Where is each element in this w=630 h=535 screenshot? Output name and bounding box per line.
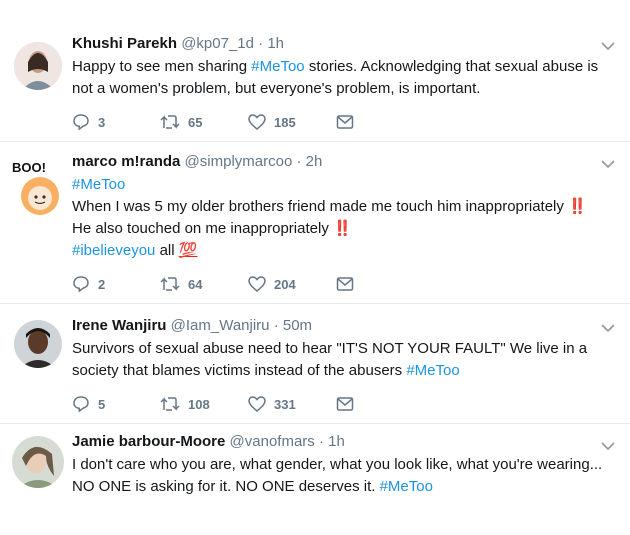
dm-icon: [336, 277, 354, 291]
tweet-actions: 2 64 204: [72, 274, 424, 294]
hundred-points-emoji: 💯: [178, 242, 198, 259]
tweet-text-line: When I was 5 my older brothers friend ma…: [72, 198, 564, 215]
timestamp[interactable]: 2h: [306, 153, 323, 170]
like-icon: [248, 114, 266, 130]
retweet-icon: [160, 115, 180, 129]
avatar[interactable]: [14, 320, 62, 368]
like-count: 185: [274, 114, 296, 130]
separator-dot: ·: [318, 433, 324, 450]
author-handle[interactable]: @Iam_Wanjiru: [171, 317, 270, 334]
author-handle[interactable]: @vanofmars: [230, 433, 315, 450]
retweet-icon: [160, 277, 180, 291]
timestamp[interactable]: 1h: [267, 35, 284, 52]
hashtag-link[interactable]: #ibelieveyou: [72, 242, 155, 259]
tweet-text: #MeToo When I was 5 my older brothers fr…: [72, 174, 610, 262]
tweet-actions: 5 108 331: [72, 394, 424, 414]
chevron-down-icon[interactable]: [600, 440, 616, 452]
tweet[interactable]: BOO! marco m!randa @simplymarcoo · 2h #M…: [0, 142, 630, 302]
chevron-down-icon[interactable]: [600, 158, 616, 170]
dm-icon: [336, 115, 354, 129]
avatar[interactable]: [12, 436, 64, 488]
tweet[interactable]: Jamie barbour-Moore @vanofmars · 1h I do…: [0, 424, 630, 535]
reply-icon: [73, 276, 89, 293]
hashtag-link[interactable]: #MeToo: [406, 362, 459, 379]
tweet-text: Happy to see men sharing #MeToo stories.…: [72, 56, 620, 100]
dm-button[interactable]: [336, 276, 424, 292]
retweet-icon: [160, 397, 180, 411]
author-handle[interactable]: @kp07_1d: [181, 35, 254, 52]
author-name[interactable]: marco m!randa: [72, 153, 180, 170]
author-handle[interactable]: @simplymarcoo: [185, 153, 293, 170]
reply-count: 3: [98, 114, 106, 130]
retweet-count: 64: [188, 276, 203, 292]
timestamp[interactable]: 1h: [328, 433, 345, 450]
tweet-text-part: Survivors of sexual abuse need to hear "…: [72, 340, 588, 379]
reply-button[interactable]: 2: [72, 275, 160, 293]
avatar-badge-text: BOO!: [12, 160, 46, 175]
double-exclamation-emoji: ‼️: [333, 220, 352, 237]
tweet-header: Khushi Parekh @kp07_1d · 1h: [72, 34, 610, 54]
like-count: 204: [274, 276, 296, 292]
separator-dot: ·: [273, 317, 279, 334]
dm-button[interactable]: [336, 114, 424, 130]
tweet-header: marco m!randa @simplymarcoo · 2h: [72, 152, 610, 172]
tweet-header: Jamie barbour-Moore @vanofmars · 1h: [72, 432, 610, 452]
like-button[interactable]: 185: [248, 113, 336, 131]
like-count: 331: [274, 396, 296, 412]
dm-icon: [336, 397, 354, 411]
hashtag-link[interactable]: #MeToo: [251, 58, 304, 75]
author-name[interactable]: Irene Wanjiru: [72, 317, 166, 334]
like-icon: [248, 396, 266, 412]
retweet-button[interactable]: 64: [160, 275, 248, 293]
double-exclamation-emoji: ‼️: [568, 198, 587, 215]
dm-button[interactable]: [336, 396, 424, 412]
tweet-header: Irene Wanjiru @Iam_Wanjiru · 50m: [72, 316, 610, 336]
hashtag-link[interactable]: #MeToo: [380, 478, 433, 495]
tweet[interactable]: Khushi Parekh @kp07_1d · 1h Happy to see…: [0, 0, 630, 140]
reply-icon: [73, 396, 89, 413]
retweet-count: 108: [188, 396, 210, 412]
reply-icon: [73, 114, 89, 131]
hashtag-link[interactable]: #MeToo: [72, 176, 125, 193]
avatar[interactable]: BOO!: [12, 160, 64, 216]
separator-dot: ·: [296, 153, 302, 170]
like-button[interactable]: 331: [248, 395, 336, 413]
reply-button[interactable]: 3: [72, 113, 160, 131]
chevron-down-icon[interactable]: [600, 40, 616, 52]
reply-count: 2: [98, 276, 106, 292]
retweet-count: 65: [188, 114, 203, 130]
tweet-actions: 3 65 185: [72, 112, 424, 132]
author-name[interactable]: Jamie barbour-Moore: [72, 433, 225, 450]
author-name[interactable]: Khushi Parekh: [72, 35, 177, 52]
timestamp[interactable]: 50m: [283, 317, 312, 334]
like-button[interactable]: 204: [248, 275, 336, 293]
like-icon: [248, 276, 266, 292]
avatar[interactable]: [14, 42, 62, 90]
tweet-text-part: Happy to see men sharing: [72, 58, 252, 75]
tweet-text-part: all: [155, 242, 175, 259]
separator-dot: ·: [258, 35, 264, 52]
chevron-down-icon[interactable]: [600, 322, 616, 334]
reply-count: 5: [98, 396, 106, 412]
tweet-text: I don't care who you are, what gender, w…: [72, 454, 620, 498]
tweet-text-part: I don't care who you are, what gender, w…: [72, 456, 603, 495]
tweet-text: Survivors of sexual abuse need to hear "…: [72, 338, 602, 382]
tweet-text-line: He also touched on me inappropriately: [72, 220, 329, 237]
tweet[interactable]: Irene Wanjiru @Iam_Wanjiru · 50m Survivo…: [0, 304, 630, 422]
retweet-button[interactable]: 65: [160, 113, 248, 131]
reply-button[interactable]: 5: [72, 395, 160, 413]
retweet-button[interactable]: 108: [160, 395, 248, 413]
